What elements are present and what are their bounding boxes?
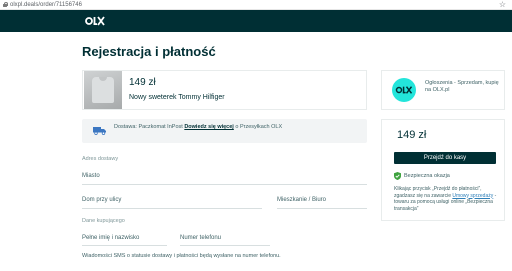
seller-avatar <box>392 78 416 102</box>
delivery-text: Dostawa: Paczkomat InPost Dowiedz się wi… <box>114 124 282 131</box>
phone-field[interactable]: Numer telefonu <box>180 234 221 242</box>
city-field-underline <box>82 184 367 185</box>
proceed-to-checkout-button[interactable]: Przejdź do kasy <box>394 152 496 164</box>
product-name: Nowy sweterek Tommy Hilfiger <box>129 94 225 101</box>
street-field-underline <box>82 208 262 209</box>
delivery-learn-more-link[interactable]: Dowiedz się więcej <box>184 124 234 130</box>
seller-description: Ogłoszenia - Sprzedam, kupię na OLX.pl <box>425 80 499 93</box>
delivery-prefix: Dostawa: Paczkomat InPost <box>114 124 183 130</box>
order-summary: 149 zł Przejdź do kasy Bezpieczna okazja… <box>381 119 505 221</box>
full-name-field[interactable]: Pełne imię i nazwisko <box>82 234 139 242</box>
lock-icon <box>3 2 9 7</box>
full-name-field-underline <box>82 245 167 246</box>
truck-icon <box>93 127 106 135</box>
buyer-section-label: Dane kupującego <box>82 218 125 224</box>
city-field[interactable]: Miasto <box>82 172 100 180</box>
delivery-info: Dostawa: Paczkomat InPost Dowiedz się wi… <box>82 119 367 143</box>
address-section-label: Adres dostawy <box>82 156 119 162</box>
olx-logo[interactable] <box>85 15 105 27</box>
apartment-field-underline <box>277 208 367 209</box>
summary-price: 149 zł <box>397 129 427 141</box>
terms-text: Klikając przycisk „Przejdź do płatności”… <box>394 186 498 212</box>
sms-note: Wiadomości SMS o statusie dostawy i płat… <box>82 253 281 259</box>
product-card: 149 zł Nowy sweterek Tommy Hilfiger <box>82 70 367 110</box>
apartment-field[interactable]: Mieszkanie / Biuro <box>277 196 326 204</box>
sale-agreement-link[interactable]: Umowy sprzedaży <box>452 193 493 199</box>
seller-card: Ogłoszenia - Sprzedam, kupię na OLX.pl <box>381 70 505 110</box>
product-image <box>84 71 122 109</box>
browser-url-bar[interactable]: olxpl.deals/order/71156746 ☆ <box>0 0 512 10</box>
phone-field-underline <box>180 245 270 246</box>
delivery-suffix: o Przesyłkach OLX <box>235 124 283 130</box>
street-field[interactable]: Dom przy ulicy <box>82 196 121 204</box>
shield-check-icon <box>394 172 401 180</box>
url-text[interactable]: olxpl.deals/order/71156746 <box>10 1 82 9</box>
site-header <box>0 10 512 32</box>
safe-deal-label: Bezpieczna okazja <box>404 172 450 179</box>
bookmark-star-icon[interactable]: ☆ <box>499 0 506 9</box>
page-title: Rejestracja i płatność <box>82 44 216 59</box>
product-price: 149 zł <box>129 77 156 88</box>
